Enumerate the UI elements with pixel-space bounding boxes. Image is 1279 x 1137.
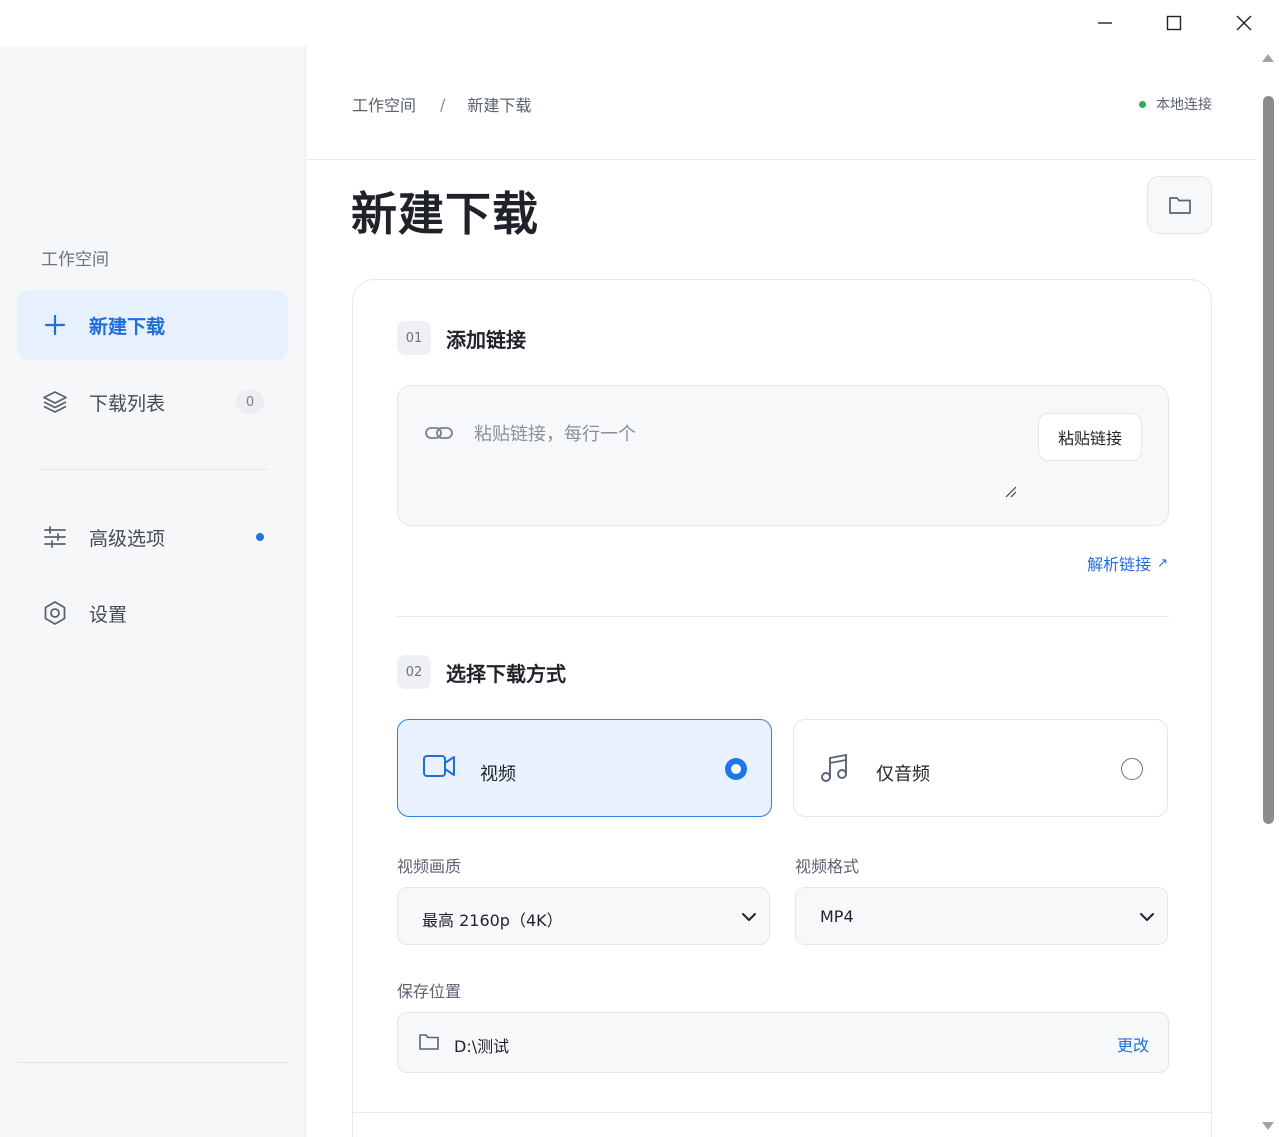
sidebar-item-label: 下载列表 <box>89 392 166 415</box>
link-input-area[interactable]: 粘贴链接，每行一个 粘贴链接 <box>397 385 1169 526</box>
format-label: 视频格式 <box>795 857 860 876</box>
music-note-icon <box>818 752 850 788</box>
sidebar-item-advanced-options[interactable]: 高级选项 <box>17 502 288 572</box>
scroll-thumb[interactable] <box>1263 96 1274 824</box>
resize-grip-icon[interactable] <box>1004 484 1018 503</box>
minimize-button[interactable] <box>1070 0 1140 46</box>
breadcrumb: 工作空间 / 新建下载 <box>352 92 531 116</box>
section-divider <box>397 616 1169 617</box>
radio-selected[interactable] <box>725 758 747 780</box>
chevron-down-icon <box>1139 909 1155 928</box>
minimize-icon <box>1098 22 1112 24</box>
download-form-card: 01 添加链接 粘贴链接，每行一个 粘贴链接 解析链接 ↗ 02 选择下载方式 <box>352 279 1212 1137</box>
sidebar-section-title: 工作空间 <box>41 250 109 270</box>
mode-option-audio-only[interactable]: 仅音频 <box>793 719 1168 817</box>
sidebar-item-download-list[interactable]: 下载列表 0 <box>17 367 288 437</box>
external-arrow-icon: ↗ <box>1157 555 1168 571</box>
video-camera-icon <box>422 752 456 784</box>
format-select[interactable]: MP4 <box>795 887 1168 945</box>
parse-link-button[interactable]: 解析链接 ↗ <box>1087 551 1168 575</box>
format-select-value: MP4 <box>820 907 854 926</box>
quality-select[interactable]: 最高 2160p（4K） <box>397 887 770 945</box>
page-title: 新建下载 <box>351 187 539 241</box>
maximize-icon <box>1166 15 1182 31</box>
folder-icon <box>1168 197 1191 214</box>
breadcrumb-item-current: 新建下载 <box>467 96 532 115</box>
open-folder-button[interactable] <box>1147 176 1212 234</box>
card-footer-divider <box>353 1112 1211 1113</box>
sidebar-item-label: 新建下载 <box>89 315 166 338</box>
save-location-label: 保存位置 <box>397 982 462 1001</box>
quality-select-value: 最高 2160p（4K） <box>422 911 563 930</box>
connection-status-label: 本地连接 <box>1156 97 1212 113</box>
maximize-button[interactable] <box>1139 0 1209 46</box>
status-dot <box>1139 100 1146 108</box>
sidebar: 工作空间 新建下载 下载列表 0 高级选项 设置 <box>0 46 306 1137</box>
scroll-up-icon[interactable] <box>1262 54 1274 62</box>
breadcrumb-item-workspace[interactable]: 工作空间 <box>352 92 416 116</box>
step-title: 添加链接 <box>446 327 526 352</box>
change-location-button[interactable]: 更改 <box>1117 1032 1149 1056</box>
plus-icon <box>41 311 69 339</box>
sidebar-item-label: 高级选项 <box>89 527 166 550</box>
step-number: 01 <box>397 321 431 355</box>
radio-unselected[interactable] <box>1121 758 1143 780</box>
folder-icon <box>418 1032 440 1056</box>
notification-dot <box>256 533 264 541</box>
top-bar: 工作空间 / 新建下载 本地连接 <box>307 46 1257 160</box>
mode-label: 仅音频 <box>876 764 930 785</box>
breadcrumb-separator: / <box>440 94 446 114</box>
step-2-header: 02 选择下载方式 <box>397 655 566 689</box>
link-input-placeholder: 粘贴链接，每行一个 <box>474 424 636 445</box>
scroll-down-icon[interactable] <box>1262 1122 1274 1130</box>
vertical-scrollbar[interactable] <box>1257 46 1279 1137</box>
close-icon <box>1236 15 1252 31</box>
sliders-icon <box>41 523 69 551</box>
mode-option-video[interactable]: 视频 <box>397 719 772 817</box>
chevron-down-icon <box>741 909 757 928</box>
save-path-value: D:\测试 <box>454 1037 510 1056</box>
sidebar-item-new-download[interactable]: 新建下载 <box>17 290 288 360</box>
step-title: 选择下载方式 <box>446 661 566 686</box>
sidebar-divider <box>38 469 267 470</box>
main-content: 工作空间 / 新建下载 本地连接 新建下载 01 添加链接 粘贴链接，每行一个 … <box>307 46 1257 1137</box>
parse-link-label: 解析链接 <box>1087 555 1152 574</box>
step-number: 02 <box>397 655 431 689</box>
link-icon <box>424 422 454 448</box>
layers-icon <box>41 388 69 416</box>
quality-label: 视频画质 <box>397 857 462 876</box>
step-1-header: 01 添加链接 <box>397 321 526 355</box>
mode-label: 视频 <box>480 764 516 785</box>
download-count-badge: 0 <box>236 390 264 414</box>
paste-link-button[interactable]: 粘贴链接 <box>1038 413 1142 461</box>
sidebar-item-label: 设置 <box>89 603 128 626</box>
title-bar <box>0 0 1279 46</box>
sidebar-bottom-divider <box>17 1062 288 1063</box>
gear-icon <box>41 599 69 627</box>
close-button[interactable] <box>1209 0 1279 46</box>
save-location-field: D:\测试 更改 <box>397 1012 1169 1073</box>
sidebar-item-settings[interactable]: 设置 <box>17 578 288 648</box>
connection-status: 本地连接 <box>1139 94 1212 114</box>
